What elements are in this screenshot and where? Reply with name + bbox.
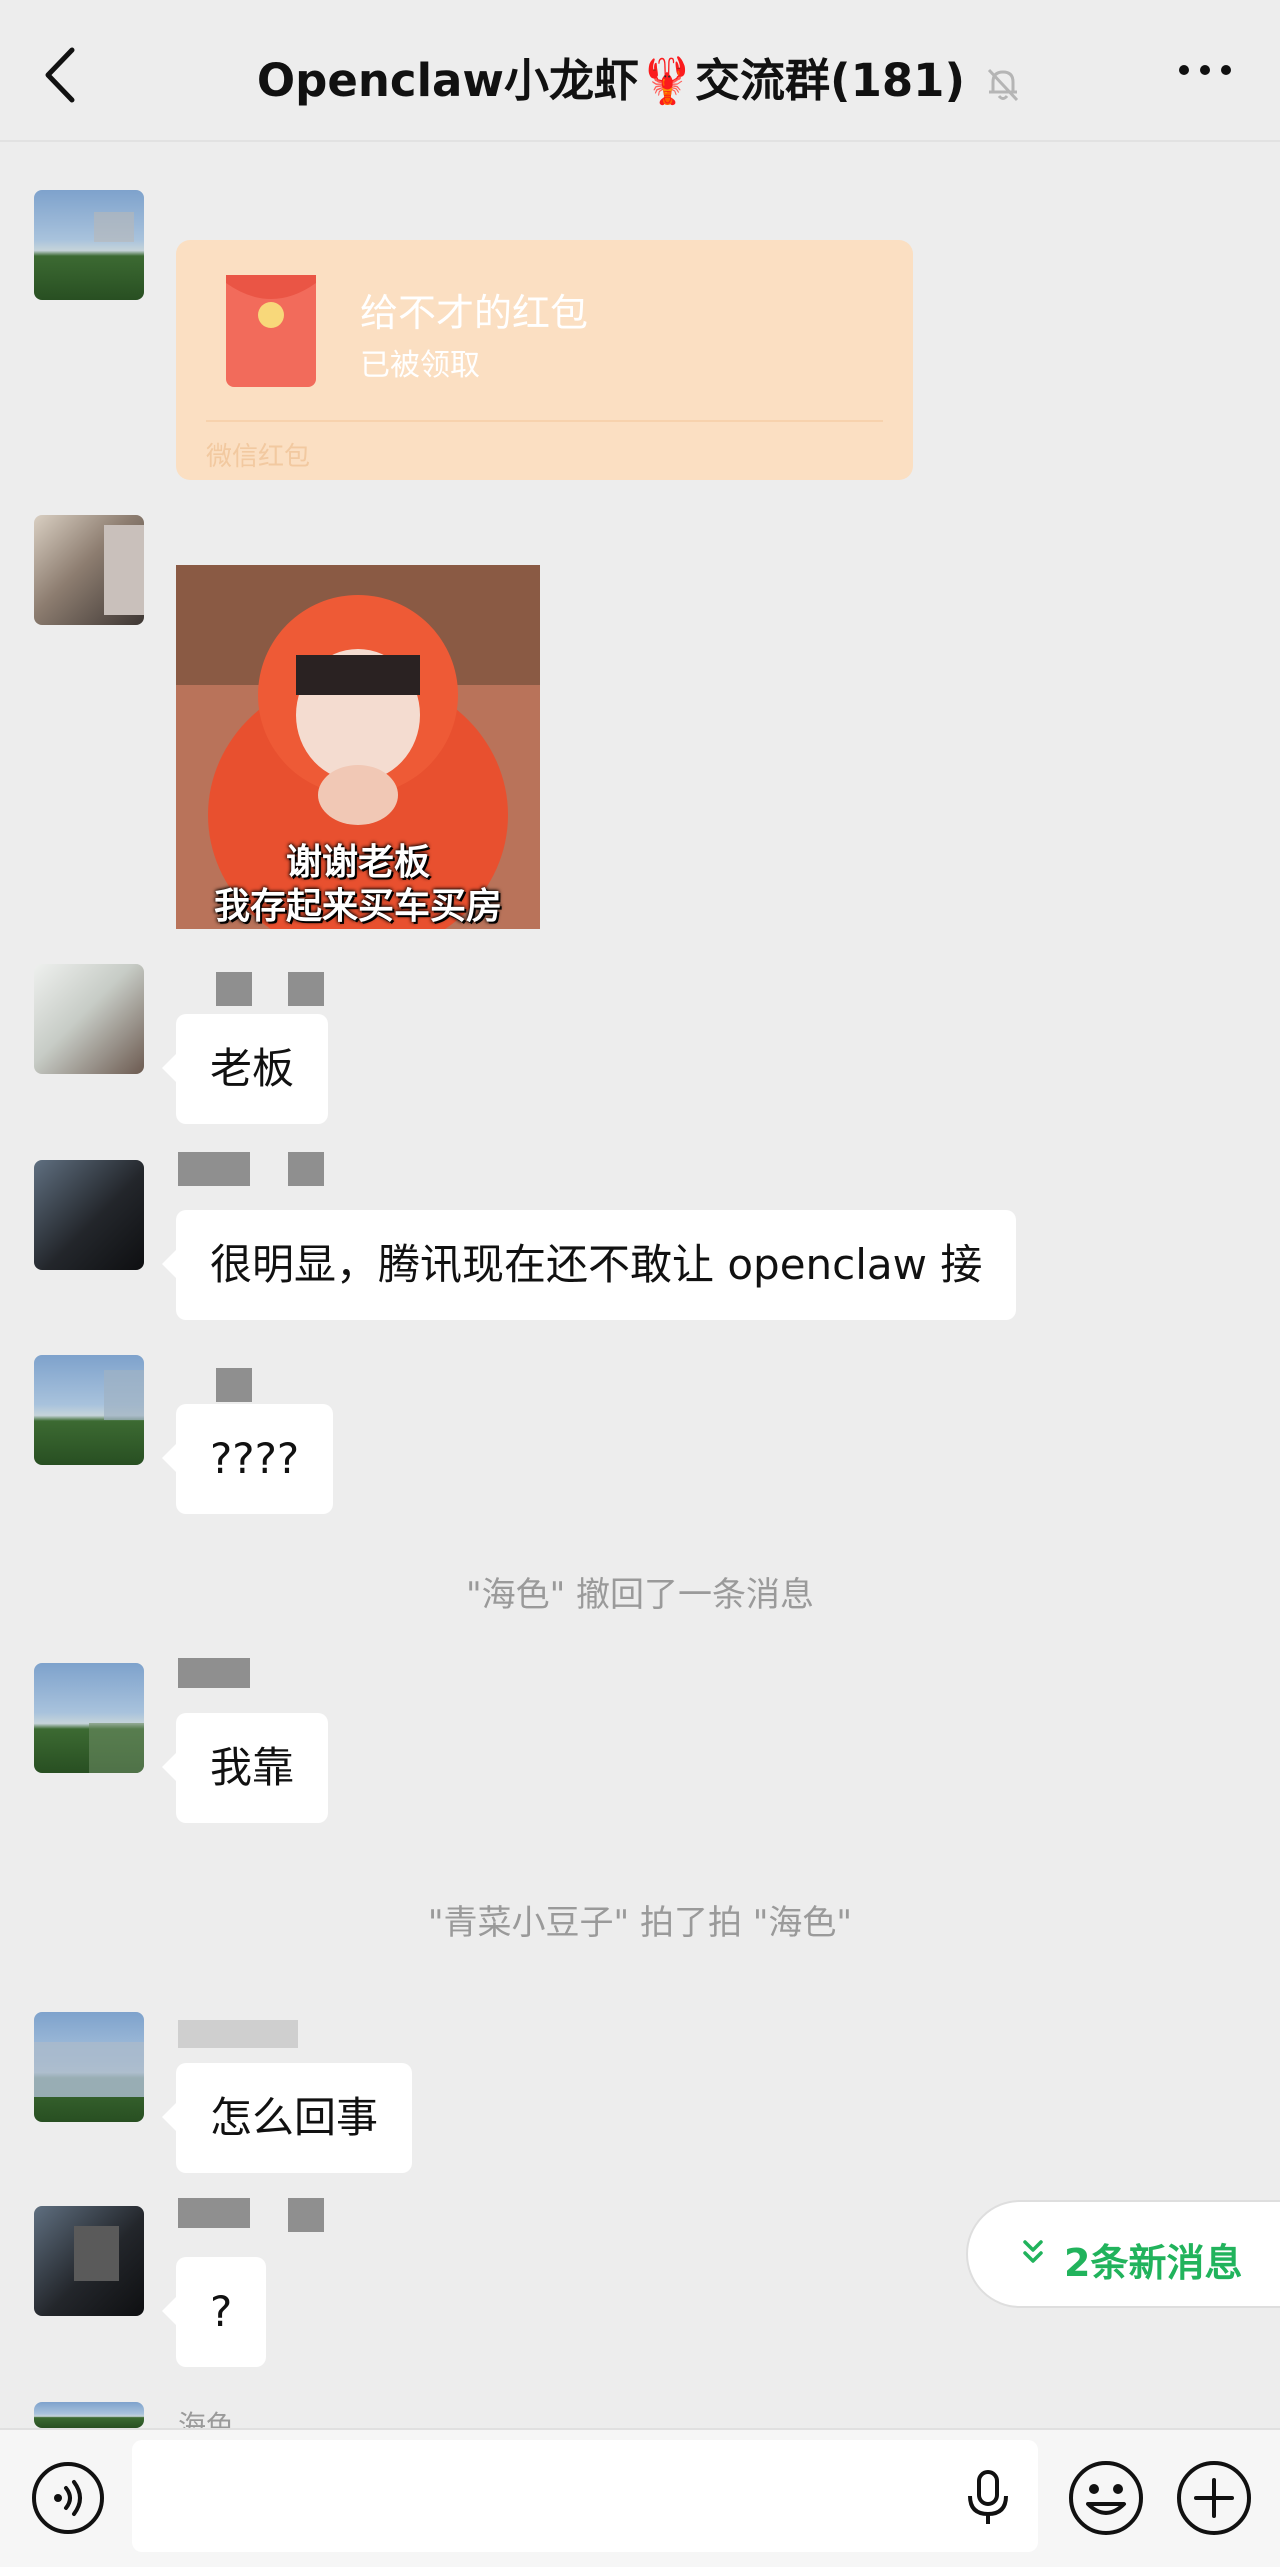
avatar[interactable]: [34, 515, 144, 625]
message-bubble[interactable]: ????: [161, 1404, 334, 1514]
red-packet-footer: 微信红包: [206, 442, 311, 472]
avatar[interactable]: [34, 2402, 144, 2428]
input-bar: [0, 2428, 1280, 2567]
more-icon[interactable]: [1170, 50, 1240, 90]
red-packet-card[interactable]: 给不才的红包 已被领取 微信红包: [176, 240, 913, 480]
message-bubble[interactable]: 我靠: [161, 1713, 329, 1823]
sender-name-redacted: [178, 972, 328, 1006]
avatar[interactable]: [34, 190, 144, 300]
mic-icon[interactable]: [966, 2470, 1010, 2526]
sticker-image[interactable]: 谢谢老板 我存起来买车买房: [176, 565, 540, 929]
avatar-mosaic: [89, 1723, 144, 1773]
sender-name-redacted: [178, 1368, 258, 1402]
avatar[interactable]: [34, 2206, 144, 2316]
avatar-mosaic: [104, 1370, 144, 1420]
plus-icon[interactable]: [1174, 2458, 1254, 2538]
avatar-mosaic: [94, 212, 134, 242]
red-packet-icon: [226, 275, 316, 387]
sender-name-redacted: [178, 2198, 328, 2232]
avatar[interactable]: [34, 964, 144, 1074]
system-message: "海色" 撤回了一条消息: [465, 1575, 815, 1615]
chat-header: Openclaw小龙虾🦞交流群(181): [0, 0, 1280, 142]
sender-name-redacted: [178, 1658, 258, 1692]
message-bubble[interactable]: 很明显，腾讯现在还不敢让 openclaw 接: [161, 1210, 1017, 1320]
emoji-icon[interactable]: [1066, 2458, 1146, 2538]
new-messages-label: 2条新消息: [1064, 2241, 1243, 2285]
red-packet-divider: [206, 420, 883, 422]
message-input[interactable]: [132, 2440, 1038, 2552]
muted-bell-icon: [987, 68, 1019, 102]
avatar[interactable]: [34, 2012, 144, 2122]
chat-title-text: Openclaw小龙虾🦞交流群(181): [256, 54, 966, 107]
avatar[interactable]: [34, 1663, 144, 1773]
message-bubble[interactable]: 怎么回事: [161, 2063, 413, 2173]
red-packet-title: 给不才的红包: [360, 291, 589, 335]
voice-icon[interactable]: [30, 2460, 106, 2536]
sender-name-redacted: [178, 1152, 328, 1186]
new-messages-button[interactable]: 2条新消息: [966, 2200, 1280, 2308]
sender-name-redacted: [178, 2020, 298, 2054]
avatar[interactable]: [34, 1160, 144, 1270]
avatar[interactable]: [34, 1355, 144, 1465]
avatar-mosaic: [74, 2226, 119, 2281]
red-packet-status: 已被领取: [360, 348, 480, 383]
message-bubble[interactable]: ?: [161, 2257, 267, 2367]
double-chevron-down-icon: [1023, 2240, 1043, 2263]
sticker-caption-2: 我存起来买车买房: [213, 886, 502, 927]
system-message: "青菜小豆子" 拍了拍 "海色": [427, 1903, 853, 1943]
avatar-mosaic: [104, 525, 144, 615]
message-bubble[interactable]: 老板: [161, 1014, 329, 1124]
avatar-mosaic: [34, 2042, 144, 2097]
chat-title: Openclaw小龙虾🦞交流群(181): [0, 44, 1280, 109]
